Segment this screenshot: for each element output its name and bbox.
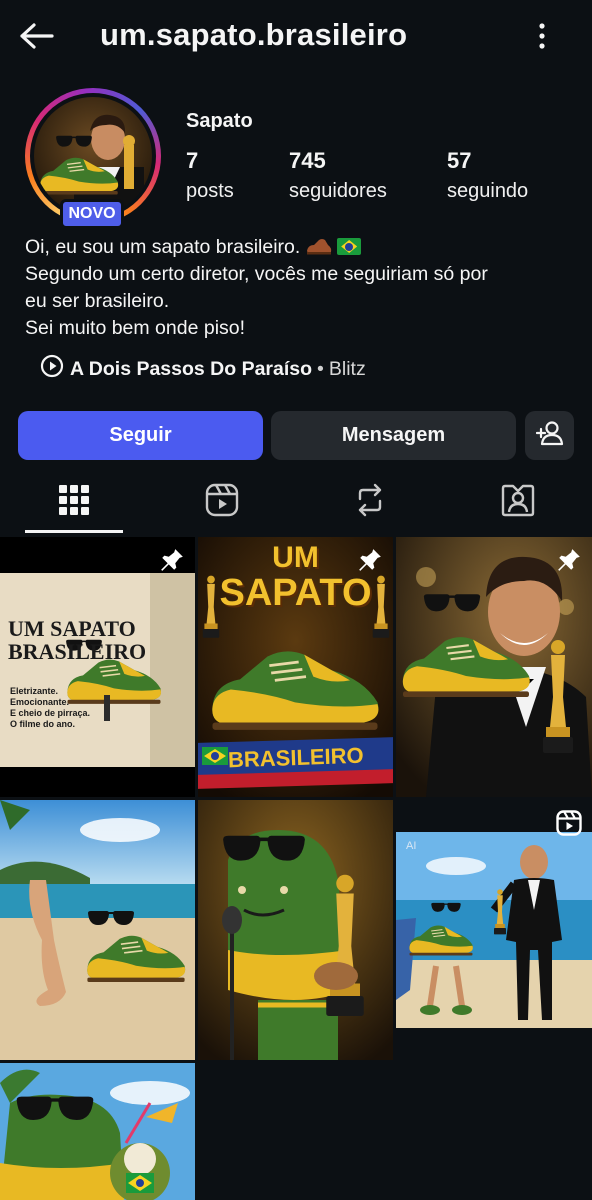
follow-button[interactable]: Seguir — [18, 411, 263, 460]
post-tile[interactable]: AI — [396, 800, 592, 1060]
stat-followers[interactable]: 745 seguidores — [289, 148, 387, 203]
profile-tabs — [0, 472, 592, 534]
back-arrow-icon[interactable] — [14, 16, 58, 56]
add-user-icon — [535, 420, 564, 452]
stat-posts: 7 posts — [186, 148, 234, 203]
avatar[interactable] — [34, 97, 152, 215]
stat-value: 745 — [289, 148, 326, 173]
stat-label: seguindo — [447, 180, 529, 202]
bio-line: Oi, eu sou um sapato brasileiro. — [25, 234, 575, 261]
tab-tagged[interactable] — [469, 472, 567, 532]
stat-label: seguidores — [289, 180, 387, 202]
bio-text: Oi, eu sou um sapato brasileiro. — [25, 236, 306, 258]
tagged-icon — [501, 483, 535, 522]
stat-following[interactable]: 57 seguindo — [447, 148, 528, 203]
new-badge: NOVO — [60, 199, 124, 229]
message-button[interactable]: Mensagem — [271, 411, 516, 460]
more-vertical-icon[interactable] — [524, 18, 560, 54]
post-tile[interactable] — [198, 800, 393, 1060]
bio-line: eu ser brasileiro. — [25, 290, 170, 312]
poster-tagline: Emocionante. — [10, 697, 70, 707]
poster-tagline: O filme do ano. — [10, 719, 76, 729]
music-song-title: A Dois Passos Do Paraíso — [70, 357, 313, 380]
poster-tagline: E cheio de pirraça. — [10, 708, 91, 718]
active-tab-indicator — [25, 530, 123, 533]
post-tile[interactable]: UM SAPATO BRASILEIRO — [198, 537, 393, 797]
post-tile[interactable] — [396, 537, 592, 797]
pin-icon — [357, 547, 383, 573]
ai-label: AI — [406, 840, 417, 852]
stat-value: 57 — [447, 148, 472, 173]
stat-value: 7 — [186, 148, 199, 173]
bio: Oi, eu sou um sapato brasileiro. Segundo… — [25, 234, 575, 342]
music-artist: Blitz — [328, 357, 366, 380]
stat-label: posts — [186, 180, 234, 202]
display-name: Sapato — [186, 110, 253, 132]
poster-title-line: BRASILEIRO — [8, 639, 147, 664]
post-tile[interactable] — [0, 1063, 195, 1200]
profile-username: um.sapato.brasileiro — [100, 17, 408, 52]
poster-title-line: UM SAPATO — [8, 616, 136, 641]
tab-reposts[interactable] — [321, 472, 419, 532]
music-separator: • — [317, 357, 324, 380]
post-tile[interactable] — [0, 800, 195, 1060]
tab-posts-grid[interactable] — [25, 472, 123, 532]
poster-tagline: Eletrizante. — [10, 686, 59, 696]
pin-icon — [556, 547, 582, 573]
reposts-icon — [354, 483, 386, 522]
tab-reels[interactable] — [173, 472, 271, 532]
shoe-emoji-icon — [306, 236, 332, 258]
bio-line: Segundo um certo diretor, vocês me segui… — [25, 263, 488, 285]
art-title-line: SAPATO — [219, 572, 372, 614]
add-user-button[interactable] — [525, 411, 574, 460]
play-circle-icon — [40, 354, 64, 384]
bio-line: Sei muito bem onde piso! — [25, 317, 246, 339]
profile-music[interactable]: A Dois Passos Do Paraíso • Blitz — [40, 354, 366, 384]
art-banner: BRASILEIRO — [227, 742, 365, 773]
brazil-flag-icon — [337, 238, 362, 255]
pin-icon — [159, 547, 185, 573]
top-bar: um.sapato.brasileiro — [0, 0, 592, 72]
reels-icon — [556, 810, 582, 836]
reels-icon — [205, 483, 239, 522]
post-tile[interactable]: UM SAPATO BRASILEIRO Eletrizante. Emocio… — [0, 537, 195, 797]
grid-icon — [59, 484, 89, 520]
